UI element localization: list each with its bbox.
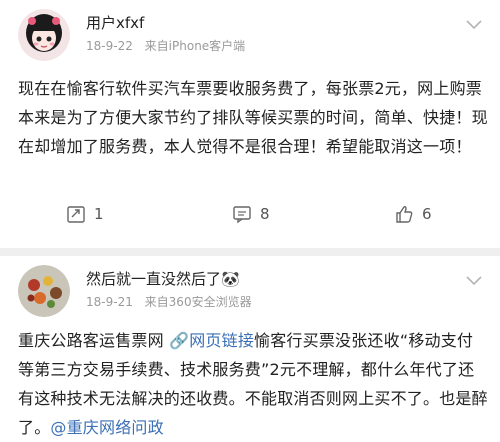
post-meta: 18-9-22 来自iPhone客户端 (86, 37, 253, 54)
thumbs-up-icon (396, 206, 413, 223)
post-content-text: 重庆公路客运售票网 (18, 331, 170, 350)
post-date: 18-9-21 (86, 295, 133, 309)
post-source: 来自360安全浏览器 (144, 295, 252, 309)
post-meta: 18-9-21 来自360安全浏览器 (86, 293, 260, 310)
chevron-down-icon[interactable] (466, 20, 482, 30)
post-card-1: 用户xfxf 18-9-22 来自iPhone客户端 现在在愉客行软件买汽车票要… (0, 0, 500, 248)
post-content: 现在在愉客行软件买汽车票要收服务费了，每张票2元，网上购票本来是为了方便大家节约… (18, 79, 488, 156)
web-link[interactable]: 🔗网页链接 (169, 331, 254, 350)
post-actions-bar: 1 8 6 (0, 200, 500, 228)
post-card-2: 然后就一直没然后了🐼 18-9-21 来自360安全浏览器 重庆公路客运售票网 … (0, 256, 500, 437)
avatar[interactable] (18, 9, 70, 61)
avatar[interactable] (18, 265, 70, 317)
comment-count: 8 (260, 205, 270, 223)
comment-icon (233, 206, 251, 224)
post-divider (0, 248, 500, 256)
username[interactable]: 然后就一直没然后了🐼 (86, 268, 240, 289)
repost-button[interactable]: 1 (66, 200, 104, 228)
post-date: 18-9-22 (86, 39, 133, 53)
chevron-down-icon[interactable] (466, 276, 482, 286)
post-source: 来自iPhone客户端 (144, 39, 246, 53)
like-button[interactable]: 6 (394, 200, 432, 228)
repost-icon (67, 206, 85, 223)
repost-count: 1 (94, 205, 104, 223)
username[interactable]: 用户xfxf (86, 12, 144, 33)
post-content: 重庆公路客运售票网 🔗网页链接愉客行买票没张还收“移动支付等第三方交易手续费、技… (18, 326, 488, 442)
like-count: 6 (422, 205, 432, 223)
mention-link[interactable]: @重庆网络问政 (50, 418, 163, 437)
comment-button[interactable]: 8 (232, 200, 270, 228)
